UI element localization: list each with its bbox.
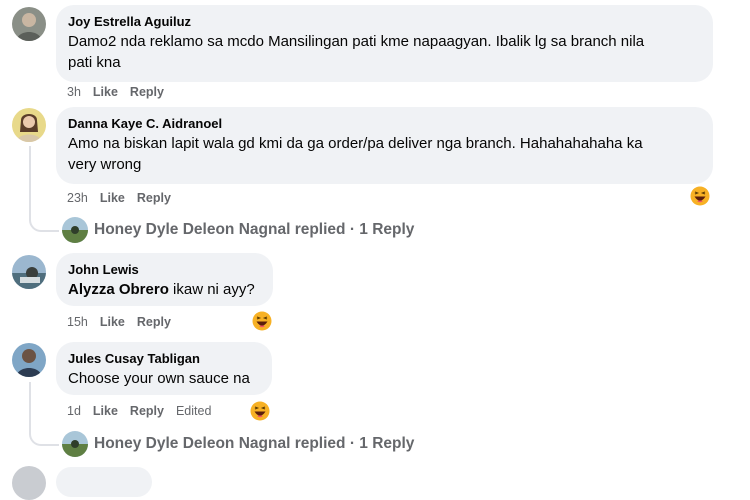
comment-bubble: Danna Kaye C. Aidranoel Amo na biskan la… — [56, 107, 713, 184]
reply-avatar — [62, 217, 88, 243]
comment-text: Choose your own sauce na — [68, 370, 250, 387]
comment-author[interactable]: John Lewis — [68, 261, 261, 278]
comment-bubble: Joy Estrella Aguiluz Damo2 nda reklamo s… — [56, 5, 713, 82]
avatar[interactable] — [12, 108, 46, 142]
reply-button[interactable]: Reply — [130, 403, 164, 419]
thread-line — [29, 382, 31, 430]
reply-button[interactable]: Reply — [137, 314, 171, 330]
comment-actions: 15h Like Reply — [67, 314, 171, 330]
comment-text: Alyzza Obrero ikaw ni ayy? — [68, 279, 261, 300]
like-button[interactable]: Like — [100, 190, 125, 206]
view-replies-text[interactable]: Honey Dyle Deleon Nagnal replied · 1 Rep… — [94, 435, 414, 453]
comment-actions: 23h Like Reply — [67, 190, 171, 206]
comment-text-line: very wrong — [68, 156, 142, 173]
comment-text-line: Damo2 nda reklamo sa mcdo Mansilingan pa… — [68, 33, 645, 50]
comment-bubble: John Lewis Alyzza Obrero ikaw ni ayy? — [56, 253, 273, 306]
avatar[interactable] — [12, 343, 46, 377]
reply-button[interactable]: Reply — [137, 190, 171, 206]
like-button[interactable]: Like — [93, 403, 118, 419]
thread-curve — [29, 430, 59, 446]
comment-author[interactable]: Joy Estrella Aguiluz — [68, 13, 701, 30]
reply-button[interactable]: Reply — [130, 84, 164, 100]
thread-line — [29, 146, 31, 216]
view-replies-link[interactable]: Honey Dyle Deleon Nagnal replied · 1 Rep… — [62, 431, 414, 457]
comment-text: Amo na biskan lapit wala gd kmi da ga or… — [68, 133, 701, 175]
view-replies-link[interactable]: Honey Dyle Deleon Nagnal replied · 1 Rep… — [62, 217, 414, 243]
reply-avatar — [62, 431, 88, 457]
comment-time[interactable]: 3h — [67, 84, 81, 100]
haha-reaction-icon[interactable] — [690, 186, 710, 206]
comment-time[interactable]: 23h — [67, 190, 88, 206]
like-button[interactable]: Like — [100, 314, 125, 330]
comment-text-line: pati kna — [68, 54, 121, 71]
comment-actions: 1d Like Reply Edited — [67, 403, 211, 419]
mention-link[interactable]: Alyzza Obrero — [68, 281, 169, 298]
view-replies-text[interactable]: Honey Dyle Deleon Nagnal replied · 1 Rep… — [94, 221, 414, 239]
avatar[interactable] — [12, 466, 46, 500]
avatar[interactable] — [12, 255, 46, 289]
comment-bubble — [56, 467, 152, 497]
comment-bubble: Jules Cusay Tabligan Choose your own sau… — [56, 342, 272, 395]
comment-text-line: Amo na biskan lapit wala gd kmi da ga or… — [68, 135, 643, 152]
comment-time[interactable]: 1d — [67, 403, 81, 419]
like-button[interactable]: Like — [93, 84, 118, 100]
comment-author[interactable]: Jules Cusay Tabligan — [68, 350, 260, 367]
haha-reaction-icon[interactable] — [250, 401, 270, 421]
thread-curve — [29, 216, 59, 232]
edited-label[interactable]: Edited — [176, 403, 211, 419]
avatar[interactable] — [12, 7, 46, 41]
comment-author[interactable]: Danna Kaye C. Aidranoel — [68, 115, 701, 132]
haha-reaction-icon[interactable] — [252, 311, 272, 331]
comment-text: Damo2 nda reklamo sa mcdo Mansilingan pa… — [68, 31, 701, 73]
comment-time[interactable]: 15h — [67, 314, 88, 330]
comment-actions: 3h Like Reply — [67, 84, 164, 100]
comment-text-rest: ikaw ni ayy? — [168, 281, 255, 298]
